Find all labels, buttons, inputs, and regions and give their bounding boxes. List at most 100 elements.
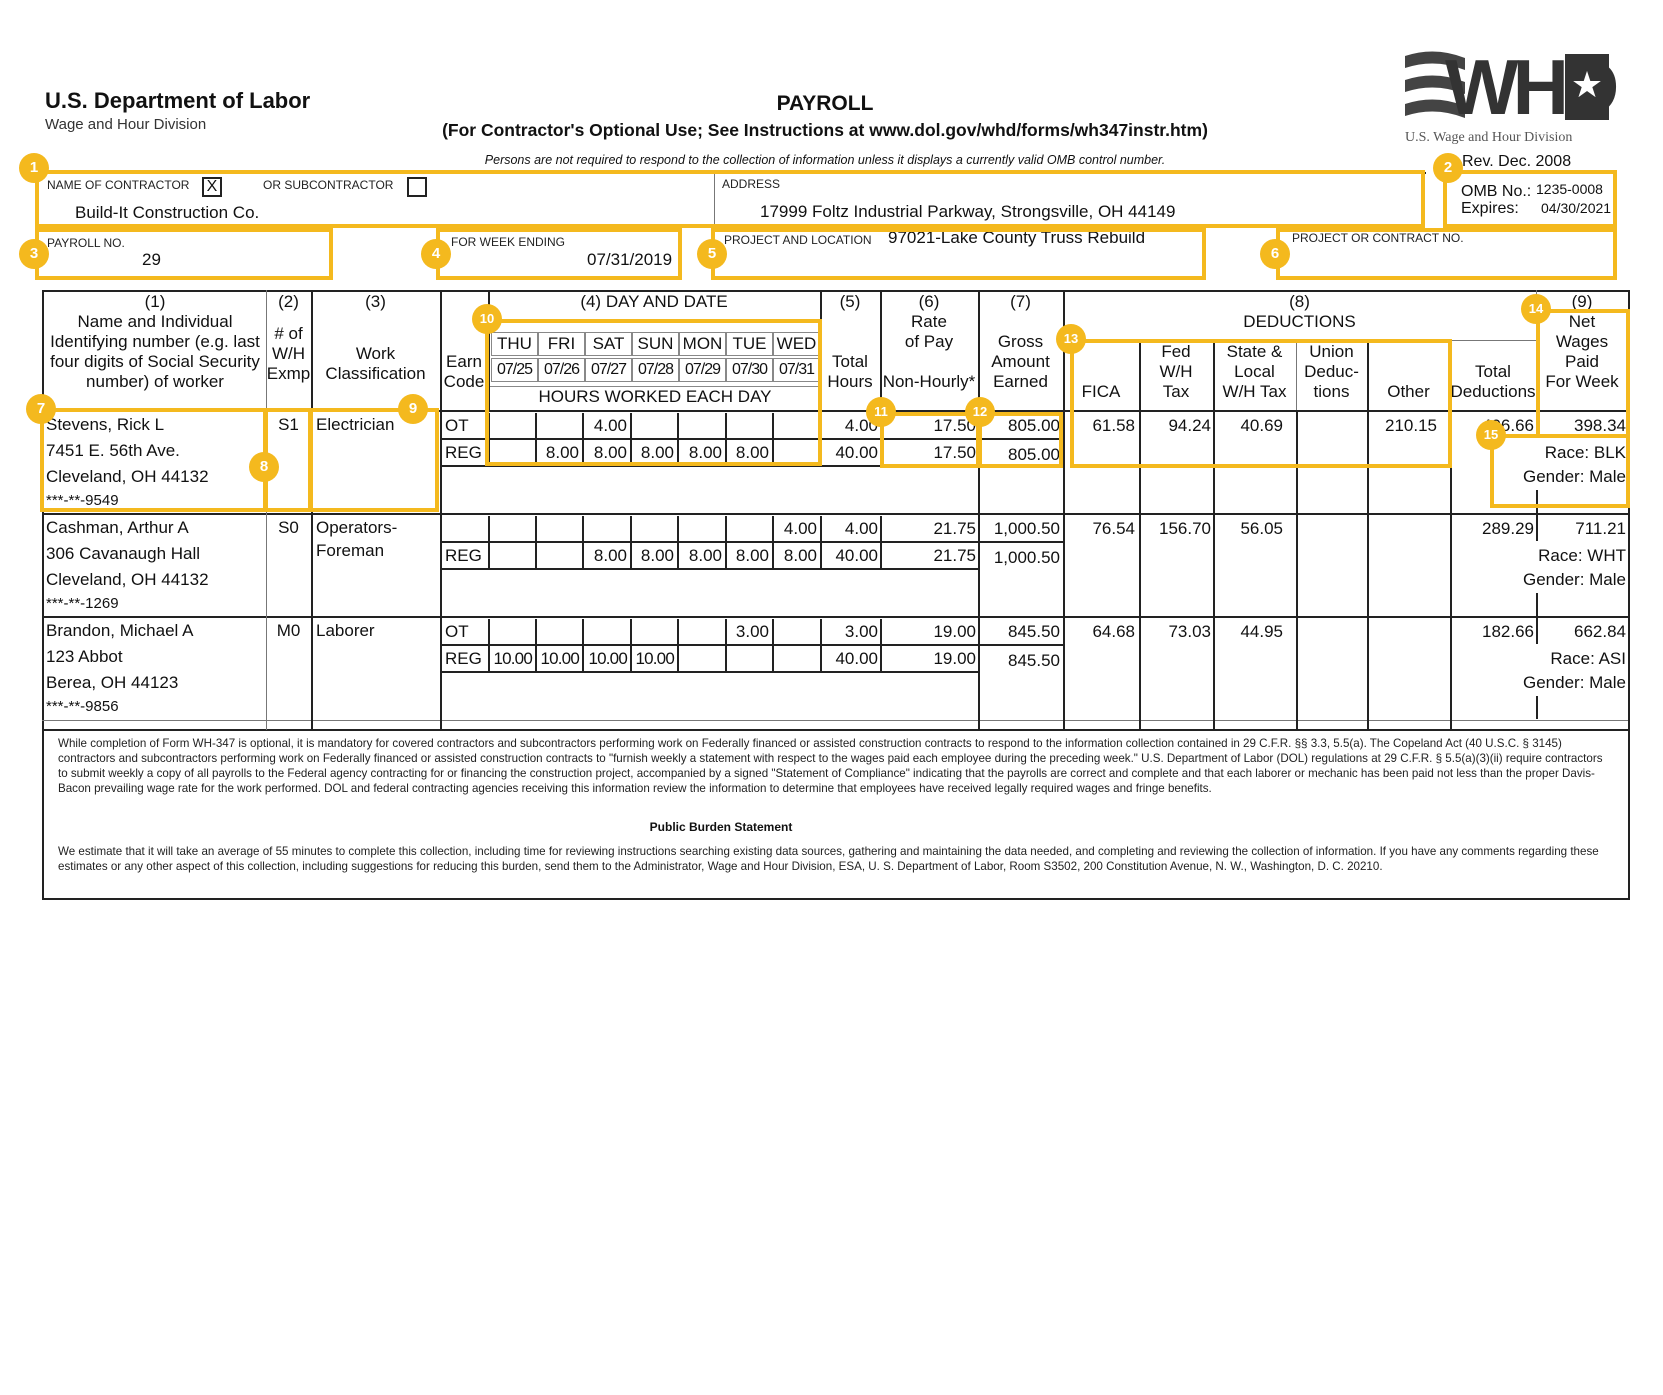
reg-hours-cell: 8.00 (640, 546, 674, 565)
col7-line: Earned (993, 372, 1048, 391)
reg-gross: 845.50 (1008, 651, 1060, 670)
col8-header: (8) DEDUCTIONS (1063, 292, 1536, 332)
annotation-box-classification (309, 408, 439, 512)
fica-amount: 76.54 (1092, 519, 1135, 538)
annotation-badge: 3 (19, 239, 49, 269)
col3-header: (3) Work Classification (311, 292, 440, 384)
total-deductions-header: Total Deductions (1450, 362, 1536, 402)
annotation-badge: 10 (472, 304, 502, 334)
annotation-box-rate (880, 412, 980, 468)
earn-code-reg: REG (445, 649, 482, 668)
col2-line: # of (274, 324, 303, 343)
col1-line: number) of worker (86, 372, 224, 391)
annotation-box-race-gender (1490, 434, 1630, 508)
reg-hours-cell: 10.00 (493, 649, 532, 668)
earn-code-line: Code (443, 372, 485, 391)
reg-rate: 21.75 (933, 546, 976, 565)
ot-rate: 21.75 (933, 519, 976, 538)
ot-hours-cell: 4.00 (783, 519, 817, 538)
revision-date: Rev. Dec. 2008 (1462, 153, 1572, 170)
annotation-badge: 4 (421, 239, 451, 269)
col7-header: (7) Gross Amount Earned (978, 292, 1063, 392)
worker-exemptions: S0 (278, 518, 299, 537)
day-divider (535, 516, 537, 570)
worker-gender: Gender: Male (1523, 673, 1626, 692)
worker-race: Race: WHT (1538, 546, 1626, 565)
star-icon: ★ (1565, 54, 1609, 120)
annotation-badge: 5 (697, 239, 727, 269)
reg-hours-cell: 8.00 (593, 546, 627, 565)
col3-number: (3) (365, 292, 386, 311)
fica-amount: 64.68 (1092, 622, 1135, 641)
earn-code-reg: REG (445, 443, 482, 462)
worker-classification: Laborer (316, 621, 375, 640)
col6-number: (6) (918, 292, 940, 311)
net-divider (1536, 593, 1538, 616)
ot-gross: 845.50 (1008, 622, 1060, 641)
col5-line: Total (832, 352, 868, 371)
worker-address-line1: 306 Cavanaugh Hall (46, 544, 201, 563)
col2-line: W/H (271, 344, 306, 363)
ot-gross: 1,000.50 (993, 519, 1060, 538)
day-divider (772, 619, 774, 673)
ot-total-hours: 3.00 (844, 622, 878, 641)
omb-notice: Persons are not required to respond to t… (484, 153, 1166, 167)
col5-number: (5) (839, 292, 861, 311)
annotation-box-worker-name (40, 408, 267, 512)
col7-line: Amount (991, 352, 1050, 371)
col3-line: Work (355, 344, 396, 363)
reg-hours-cell: 8.00 (735, 546, 769, 565)
col6-header: (6) Rate of Pay Non-Hourly* (880, 292, 978, 392)
worker-race: Race: ASI (1550, 649, 1626, 668)
annotation-box-payroll-no (35, 228, 333, 280)
col5-header: (5) Total Hours (820, 292, 880, 392)
reg-gross: 1,000.50 (993, 548, 1060, 567)
worker-classification: Foreman (316, 541, 385, 560)
annotation-badge: 8 (249, 452, 279, 482)
annotation-box-daily-hours (485, 319, 822, 466)
ot-total-hours: 4.00 (844, 519, 878, 538)
state-wh-amount: 44.95 (1240, 622, 1283, 641)
ot-hours-cell: 3.00 (735, 622, 769, 641)
optional-use-notice: While completion of Form WH-347 is optio… (58, 737, 1603, 795)
reg-hours-cell: 10.00 (635, 649, 674, 668)
col4-header: (4) DAY AND DATE (580, 292, 728, 311)
col2-header: (2) # of W/H Exmp (266, 292, 311, 384)
fed-wh-amount: 73.03 (1168, 622, 1211, 641)
day-divider (488, 516, 490, 570)
annotation-badge: 2 (1433, 153, 1463, 183)
annotation-box-week-ending (436, 228, 682, 280)
whd-logo-caption: U.S. Wage and Hour Division (1405, 130, 1573, 145)
col7-line: Gross (997, 332, 1044, 351)
worker-address-line2: Cleveland, OH 44132 (46, 570, 209, 589)
gross-divider (978, 644, 1063, 646)
annotation-badge: 13 (1056, 324, 1086, 354)
public-burden-title: Public Burden Statement (649, 820, 793, 834)
total-ded-line: Total (1475, 362, 1511, 381)
col2-line: Exmp (266, 364, 311, 383)
annotation-badge: 1 (19, 153, 49, 183)
annotation-box-net-wages (1536, 309, 1630, 438)
worker-name: Brandon, Michael A (46, 621, 194, 640)
earn-code-ot: OT (445, 622, 469, 641)
reg-hours-cell: 8.00 (783, 546, 817, 565)
worker-name: Cashman, Arthur A (46, 518, 189, 537)
gross-divider (978, 541, 1063, 543)
worker-ssn: ***-**-9856 (46, 698, 119, 715)
annotation-box-deductions (1070, 339, 1452, 468)
annotation-badge: 7 (26, 394, 56, 424)
annotation-badge: 14 (1521, 294, 1551, 324)
row-divider (442, 644, 978, 646)
col1-header: (1) Name and Individual Identifying numb… (44, 292, 266, 392)
col6-line: of Pay (904, 332, 954, 351)
reg-rate: 19.00 (933, 649, 976, 668)
annotation-box-project-location (711, 228, 1206, 280)
annotation-badge: 12 (965, 397, 995, 427)
col8-number: (8) (1289, 292, 1310, 311)
annotation-badge: 15 (1476, 420, 1506, 450)
col6-line: Rate (911, 312, 947, 331)
col1-line: Identifying number (e.g. last (50, 332, 260, 351)
row-divider (442, 568, 978, 570)
worker-classification: Operators- (316, 518, 398, 537)
public-burden-statement: We estimate that it will take an average… (58, 845, 1599, 873)
